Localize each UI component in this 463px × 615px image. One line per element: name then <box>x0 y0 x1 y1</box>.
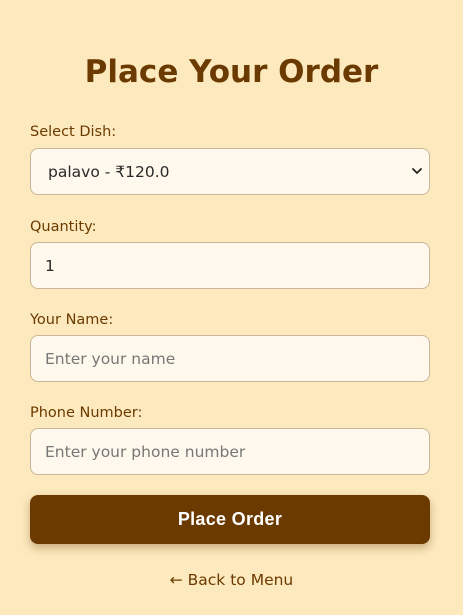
back-to-menu-link[interactable]: ← Back to Menu <box>0 570 463 590</box>
place-order-button[interactable]: Place Order <box>30 495 430 544</box>
name-label: Your Name: <box>30 312 114 328</box>
dish-select[interactable]: palavo - ₹120.0 <box>30 148 430 195</box>
phone-label: Phone Number: <box>30 405 143 421</box>
quantity-input[interactable] <box>30 242 430 289</box>
order-card: Place Your Order Select Dish: palavo - ₹… <box>0 0 463 615</box>
page-title: Place Your Order <box>84 54 379 90</box>
name-input[interactable] <box>30 335 430 382</box>
dish-label: Select Dish: <box>30 124 117 140</box>
phone-input[interactable] <box>30 428 430 475</box>
quantity-label: Quantity: <box>30 219 97 235</box>
